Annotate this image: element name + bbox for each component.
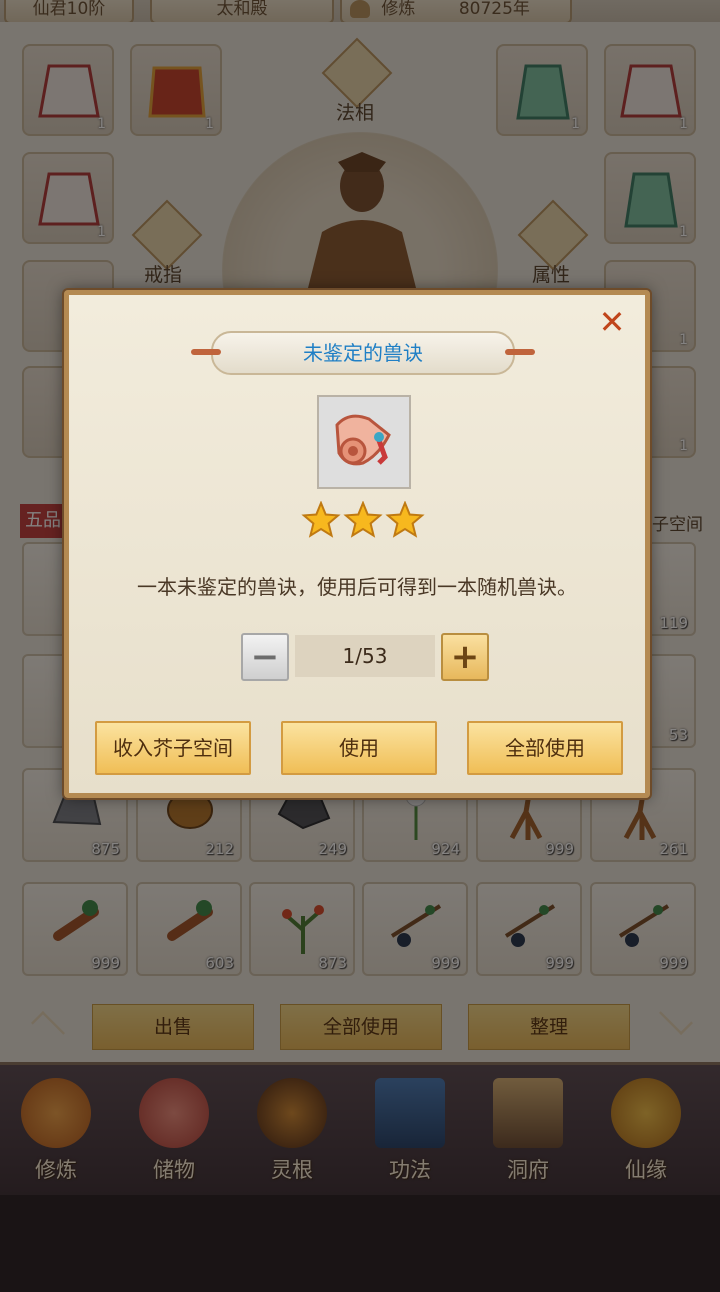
star-icon [385,501,425,538]
use-button[interactable]: 使用 [281,721,437,775]
use-button-label: 使用 [339,736,379,760]
quantity-value: 1/53 [342,644,388,668]
quantity-stepper: − 1/53 + [241,633,489,681]
item-dialog: 未鉴定的兽诀 ✕ 一本未鉴定的兽诀，使用后可得到一本随机兽诀。 − 1/53 +… [64,290,650,798]
close-button[interactable]: ✕ [597,306,627,338]
store-in-pouch-button[interactable]: 收入芥子空间 [95,721,251,775]
dialog-title: 未鉴定的兽诀 [303,341,423,365]
quantity-field[interactable]: 1/53 [295,635,435,677]
store-button-label: 收入芥子空间 [113,736,233,760]
star-icon [301,501,341,538]
close-icon: ✕ [598,303,626,341]
increment-button[interactable]: + [441,633,489,681]
use-all-button[interactable]: 全部使用 [467,721,623,775]
scroll-icon [335,414,391,466]
plus-icon: + [450,637,480,677]
star-icon [343,501,383,538]
item-icon-box [317,395,411,489]
item-description: 一本未鉴定的兽诀，使用后可得到一本随机兽诀。 [137,575,577,599]
decrement-button[interactable]: − [241,633,289,681]
minus-icon: − [250,637,280,677]
star-rating [301,501,425,538]
game-screen: 仙君10阶 太和殿 修炼 80725年 法相 戒指 属性 1 1 [0,0,720,1292]
dialog-title-plate: 未鉴定的兽诀 [191,331,535,375]
use-all-button-label: 全部使用 [505,736,585,760]
